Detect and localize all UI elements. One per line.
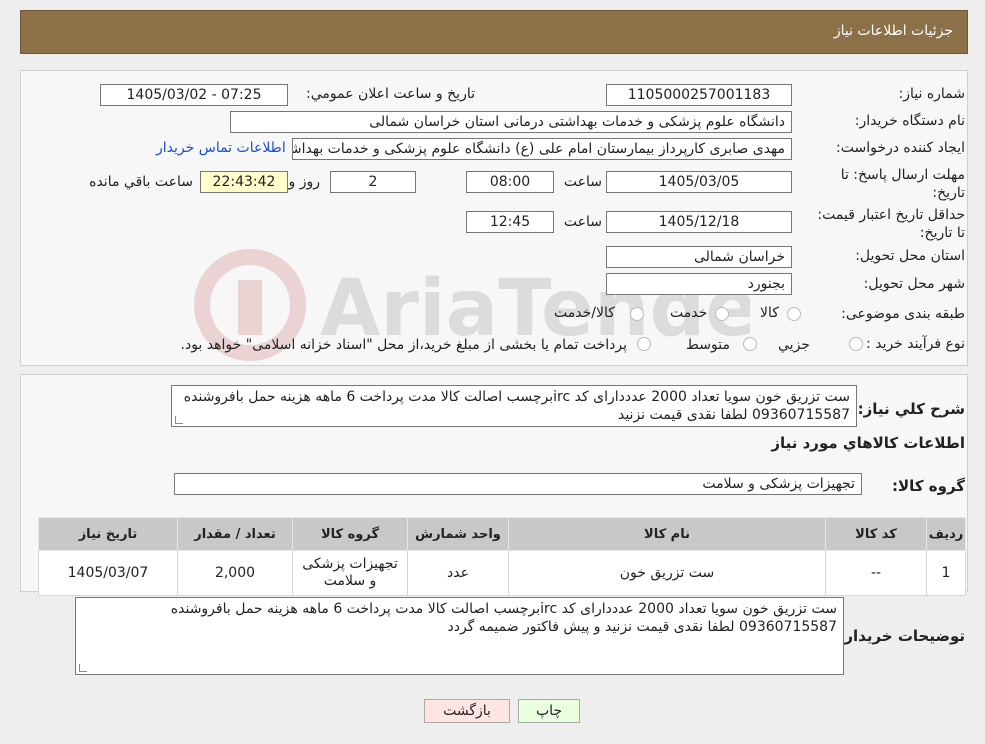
category-radio-goods-service[interactable]: [630, 307, 644, 321]
announce-datetime-field: 1405/03/02 - 07:25: [100, 84, 288, 106]
goods-group-label: گروه کالا:: [892, 477, 965, 495]
buyer-notes-textarea[interactable]: ست تزریق خون سویا تعداد 2000 عدددارای کد…: [75, 597, 844, 675]
city-field: بجنورد: [606, 273, 792, 295]
goods-group-field: تجهیزات پزشکی و سلامت: [174, 473, 862, 495]
category-label: طبقه بندی موضوعی:: [841, 306, 965, 322]
goods-section-title: اطلاعات کالاهاي مورد نياز: [771, 434, 965, 452]
purchase-option-medium: متوسط: [686, 337, 730, 353]
back-button[interactable]: بازگشت: [424, 699, 510, 723]
buyer-notes-text: ست تزریق خون سویا تعداد 2000 عدددارای کد…: [170, 601, 837, 635]
col-unit: واحد شمارش: [407, 517, 509, 551]
table-header-row: رديف کد کالا نام کالا واحد شمارش گروه کا…: [38, 517, 966, 551]
deadline-date-field: 1405/03/05: [606, 171, 792, 193]
category-option-service: خدمت: [670, 305, 708, 321]
cell-name: ست تزریق خون: [508, 550, 826, 596]
category-option-goods: كالا: [760, 305, 779, 321]
purchase-type-label: نوع فرآيند خريد :: [866, 336, 965, 352]
need-number-label: شماره نیاز:: [898, 86, 966, 102]
purchase-radio-minor[interactable]: [849, 337, 863, 351]
cell-need-date: 1405/03/07: [38, 550, 178, 596]
requester-field: مهدی صابری کارپرداز بیمارستان امام علی (…: [292, 138, 792, 160]
city-label: شهر محل تحويل:: [863, 276, 965, 292]
announce-label: تاریخ و ساعت اعلان عمومي:: [306, 86, 475, 102]
validity-time-label: ساعت: [563, 214, 602, 230]
description-text: ست تزریق خون سویا تعداد 2000 عدددارای کد…: [183, 389, 850, 423]
validity-label: حداقل تاريخ اعتبار قيمت: تا تاريخ:: [817, 207, 965, 241]
cell-group: تجهیزات پزشکی و سلامت: [292, 550, 408, 596]
buyer-org-field: دانشگاه علوم پزشکی و خدمات بهداشتی درمان…: [230, 111, 792, 133]
cell-quantity: 2,000: [177, 550, 293, 596]
col-need-date: تاريخ نياز: [38, 517, 178, 551]
purchase-note: پرداخت تمام يا بخشی از مبلغ خريد،از محل …: [180, 337, 627, 353]
print-button[interactable]: چاپ: [518, 699, 580, 723]
page-header: جزئیات اطلاعات نیاز: [20, 10, 968, 54]
buyer-org-label: نام دستگاه خريدار:: [854, 113, 965, 129]
table-row: 1 -- ست تزریق خون عدد تجهیزات پزشکی و سل…: [38, 550, 966, 596]
col-row: رديف: [926, 517, 966, 551]
col-code: کد کالا: [825, 517, 927, 551]
need-number-field: 1105000257001183: [606, 84, 792, 106]
remaining-time-field: 22:43:42: [200, 171, 288, 193]
requester-label: ايجاد کننده درخواست:: [836, 140, 965, 156]
province-field: خراسان شمالی: [606, 246, 792, 268]
remaining-label: ساعت باقي مانده: [89, 174, 193, 190]
days-label: روز و: [288, 174, 321, 190]
purchase-radio-treasury[interactable]: [637, 337, 651, 351]
buyer-notes-label: توضيحات خريدار:: [838, 627, 965, 645]
cell-row: 1: [926, 550, 966, 596]
deadline-time-field: 08:00: [466, 171, 554, 193]
category-radio-goods[interactable]: [787, 307, 801, 321]
resize-handle-icon[interactable]: [79, 664, 87, 672]
category-option-goods-service: كالا/خدمت: [554, 305, 615, 321]
col-quantity: تعداد / مقدار: [177, 517, 293, 551]
deadline-time-label: ساعت: [563, 174, 602, 190]
goods-table: رديف کد کالا نام کالا واحد شمارش گروه کا…: [38, 517, 966, 596]
page-title: جزئیات اطلاعات نیاز: [833, 23, 953, 39]
validity-date-field: 1405/12/18: [606, 211, 792, 233]
province-label: استان محل تحويل:: [855, 248, 965, 264]
cell-code: --: [825, 550, 927, 596]
days-remaining-field: 2: [330, 171, 416, 193]
buyer-contact-link[interactable]: اطلاعات تماس خريدار: [156, 140, 286, 156]
purchase-radio-medium[interactable]: [743, 337, 757, 351]
purchase-option-minor: جزيي: [778, 337, 810, 353]
description-label: شرح کلي نياز:: [857, 400, 965, 418]
description-textarea[interactable]: ست تزریق خون سویا تعداد 2000 عدددارای کد…: [171, 385, 857, 427]
col-name: نام کالا: [508, 517, 826, 551]
col-group: گروه کالا: [292, 517, 408, 551]
category-radio-service[interactable]: [715, 307, 729, 321]
validity-time-field: 12:45: [466, 211, 554, 233]
cell-unit: عدد: [407, 550, 509, 596]
deadline-label: مهلت ارسال پاسخ: تا تاريخ:: [840, 167, 965, 201]
resize-handle-icon[interactable]: [175, 416, 183, 424]
